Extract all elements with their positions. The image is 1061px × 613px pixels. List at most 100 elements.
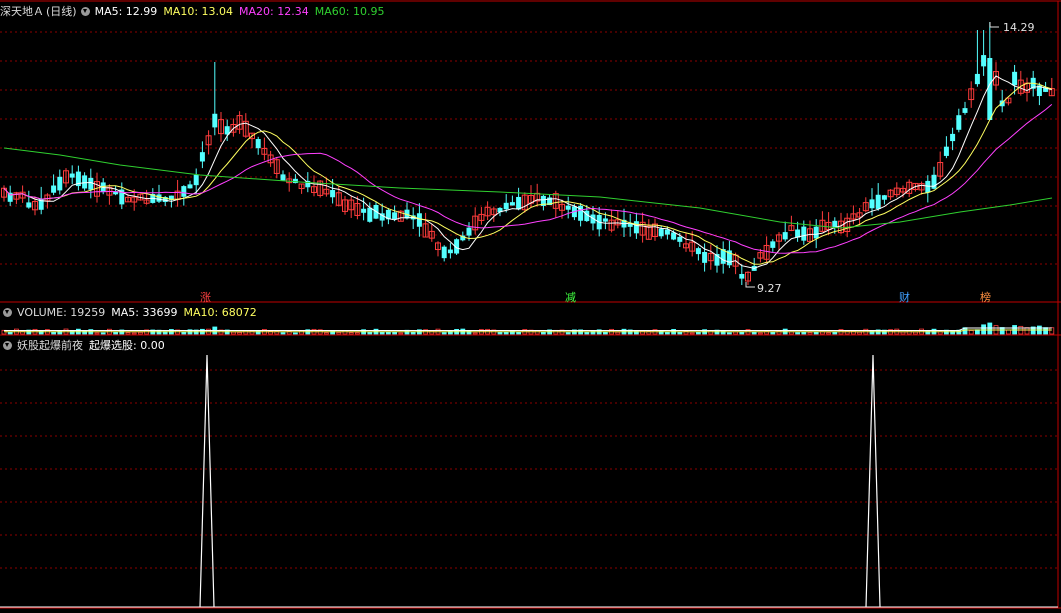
candle-body	[782, 232, 788, 240]
candle-body	[447, 249, 453, 254]
volume-bar	[708, 330, 714, 335]
volume-bar	[534, 330, 540, 335]
volume-bar	[441, 332, 447, 335]
candle-body	[187, 184, 193, 189]
volume-bar	[770, 332, 776, 335]
candle-body	[702, 251, 708, 263]
candle-body	[801, 226, 807, 241]
candle-body	[280, 174, 286, 181]
candle-body	[57, 176, 63, 191]
volume-bar	[503, 331, 509, 335]
candle-body	[199, 152, 205, 162]
candle-body	[943, 146, 949, 156]
candle-body	[956, 115, 962, 130]
volume-bar	[280, 332, 286, 335]
candle-body	[1012, 71, 1018, 86]
volume-bar	[398, 332, 404, 335]
high-price-label: 14.29	[1003, 21, 1035, 34]
candle-body	[875, 194, 881, 209]
volume-bar	[677, 331, 683, 335]
candle-body	[974, 73, 980, 85]
candle-body	[292, 178, 298, 184]
candle-body	[881, 195, 887, 200]
volume-bar	[813, 331, 819, 335]
candle-body	[677, 236, 683, 242]
marker-zhang[interactable]: 涨	[200, 289, 211, 305]
volume-bar	[696, 331, 701, 335]
volume-bar	[131, 332, 137, 335]
volume-bar	[181, 331, 187, 335]
volume-bar	[230, 331, 236, 335]
volume-bar	[981, 324, 986, 335]
candle-body	[658, 228, 664, 237]
candle-body	[950, 133, 956, 142]
candle-body	[509, 202, 515, 206]
candle-body	[181, 186, 187, 197]
chart-canvas[interactable]	[0, 0, 1061, 613]
volume-bar	[541, 331, 546, 335]
candle-body	[69, 173, 75, 178]
volume-bar	[801, 331, 807, 335]
marker-cai[interactable]: 财	[899, 289, 910, 305]
volume-bar	[472, 332, 478, 335]
signal-spike	[199, 354, 215, 608]
volume-bar	[125, 332, 131, 335]
candle-body	[26, 202, 32, 208]
candle-body	[82, 175, 88, 189]
volume-bar	[237, 332, 243, 335]
candle-body	[88, 177, 94, 190]
volume-bar	[900, 331, 906, 335]
volume-bar	[689, 332, 695, 335]
volume-bar	[367, 331, 373, 335]
candle-body	[770, 241, 776, 248]
volume-bar	[758, 332, 763, 335]
stock-chart-window: 深天地Ａ (日线) MA5: 12.99 MA10: 13.04 MA20: 1…	[0, 0, 1061, 613]
volume-bar	[584, 332, 590, 335]
high-pointer-icon	[989, 22, 999, 28]
volume-bar	[832, 331, 838, 335]
volume-bar	[727, 332, 732, 335]
volume-bar	[57, 330, 63, 335]
candle-body	[51, 185, 57, 193]
volume-bar	[7, 331, 13, 335]
candle-body	[516, 196, 522, 210]
candle-body	[156, 194, 162, 202]
volume-bar	[292, 332, 298, 335]
candle-body	[466, 227, 472, 236]
volume-bar	[1006, 329, 1011, 335]
volume-bar	[807, 332, 813, 335]
volume-bar	[1049, 327, 1055, 335]
candle-body	[367, 207, 373, 222]
candle-body	[633, 221, 639, 234]
volume-bar	[665, 332, 670, 335]
volume-bar	[1024, 327, 1030, 335]
volume-bar	[720, 330, 726, 335]
candle-body	[212, 113, 218, 128]
candle-body	[695, 248, 701, 255]
signal-spike	[865, 354, 881, 608]
candle-body	[813, 226, 819, 239]
ma20-line	[3, 104, 1053, 254]
volume-bar	[379, 331, 385, 335]
candle-body	[739, 274, 745, 279]
volume-bar	[733, 331, 738, 335]
volume-bar	[497, 332, 503, 335]
volume-bar	[869, 330, 875, 335]
marker-bang[interactable]: 榜	[980, 289, 991, 305]
marker-jian[interactable]: 减	[565, 289, 576, 305]
volume-bar	[615, 331, 621, 335]
volume-bar	[82, 330, 87, 335]
volume-bar	[137, 331, 143, 335]
candle-body	[361, 208, 367, 213]
candle-body	[832, 220, 838, 228]
ma10-line	[3, 82, 1052, 265]
volume-bar	[857, 331, 862, 335]
low-price-label: 9.27	[757, 282, 782, 295]
volume-bar	[795, 332, 800, 335]
candle-body	[503, 202, 509, 210]
candle-body	[255, 139, 261, 149]
candle-body	[925, 180, 931, 193]
volume-bar	[565, 332, 571, 335]
volume-bar	[342, 330, 348, 335]
candle-body	[981, 55, 987, 67]
